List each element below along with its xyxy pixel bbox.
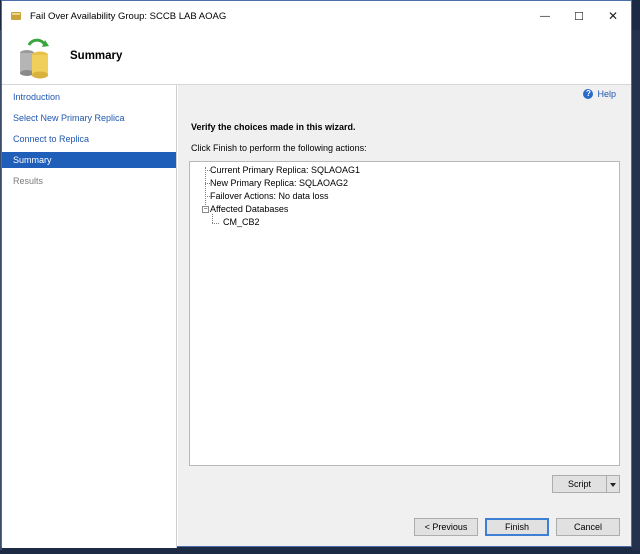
help-icon: ?	[583, 89, 594, 99]
tree-item-new-primary: New Primary Replica: SQLAOAG2	[210, 178, 349, 188]
wizard-nav: Introduction Select New Primary Replica …	[2, 85, 177, 548]
maximize-icon: ☐	[574, 10, 584, 23]
help-link[interactable]: ? Help	[583, 89, 616, 99]
verify-heading: Verify the choices made in this wizard.	[191, 122, 356, 132]
close-icon: ✕	[607, 9, 619, 23]
help-label: Help	[597, 89, 616, 99]
cancel-button[interactable]: Cancel	[556, 518, 620, 536]
wizard-header: Summary	[2, 31, 631, 85]
main-panel: ? Help Verify the choices made in this w…	[178, 85, 631, 546]
tree-connector	[212, 223, 219, 224]
page-title: Summary	[70, 50, 123, 62]
desktop-background-right	[632, 30, 640, 550]
instruction-text: Click Finish to perform the following ac…	[191, 143, 367, 153]
finish-button[interactable]: Finish	[485, 518, 549, 536]
previous-button[interactable]: < Previous	[414, 518, 478, 536]
nav-item-results: Results	[13, 176, 44, 186]
nav-item-summary[interactable]: Summary	[2, 152, 176, 168]
script-dropdown-chevron-icon[interactable]	[607, 475, 620, 493]
wizard-window: Fail Over Availability Group: SCCB LAB A…	[1, 0, 632, 548]
tree-item-affected-databases: Affected Databases	[210, 204, 289, 214]
minimize-button[interactable]: —	[528, 4, 562, 28]
tree-connector	[205, 167, 206, 209]
database-failover-icon	[20, 38, 49, 79]
tree-connector	[212, 214, 213, 223]
close-button[interactable]: ✕	[596, 4, 630, 28]
nav-item-select-new-primary-replica[interactable]: Select New Primary Replica	[2, 110, 176, 126]
app-icon	[11, 12, 21, 20]
minimize-icon: —	[540, 10, 550, 22]
window-title: Fail Over Availability Group: SCCB LAB A…	[30, 11, 227, 22]
title-bar: Fail Over Availability Group: SCCB LAB A…	[2, 1, 631, 31]
tree-item-failover-actions: Failover Actions: No data loss	[210, 191, 329, 201]
maximize-button[interactable]: ☐	[562, 4, 596, 28]
nav-item-introduction[interactable]: Introduction	[2, 89, 176, 105]
script-button[interactable]: Script	[552, 475, 607, 493]
tree-item-current-primary: Current Primary Replica: SQLAOAG1	[210, 165, 361, 175]
tree-item-database: CM_CB2	[223, 217, 260, 227]
nav-item-connect-to-replica[interactable]: Connect to Replica	[2, 131, 176, 147]
summary-tree[interactable]: − Current Primary Replica: SQLAOAG1 New …	[189, 161, 620, 466]
collapse-icon[interactable]: −	[202, 206, 209, 213]
